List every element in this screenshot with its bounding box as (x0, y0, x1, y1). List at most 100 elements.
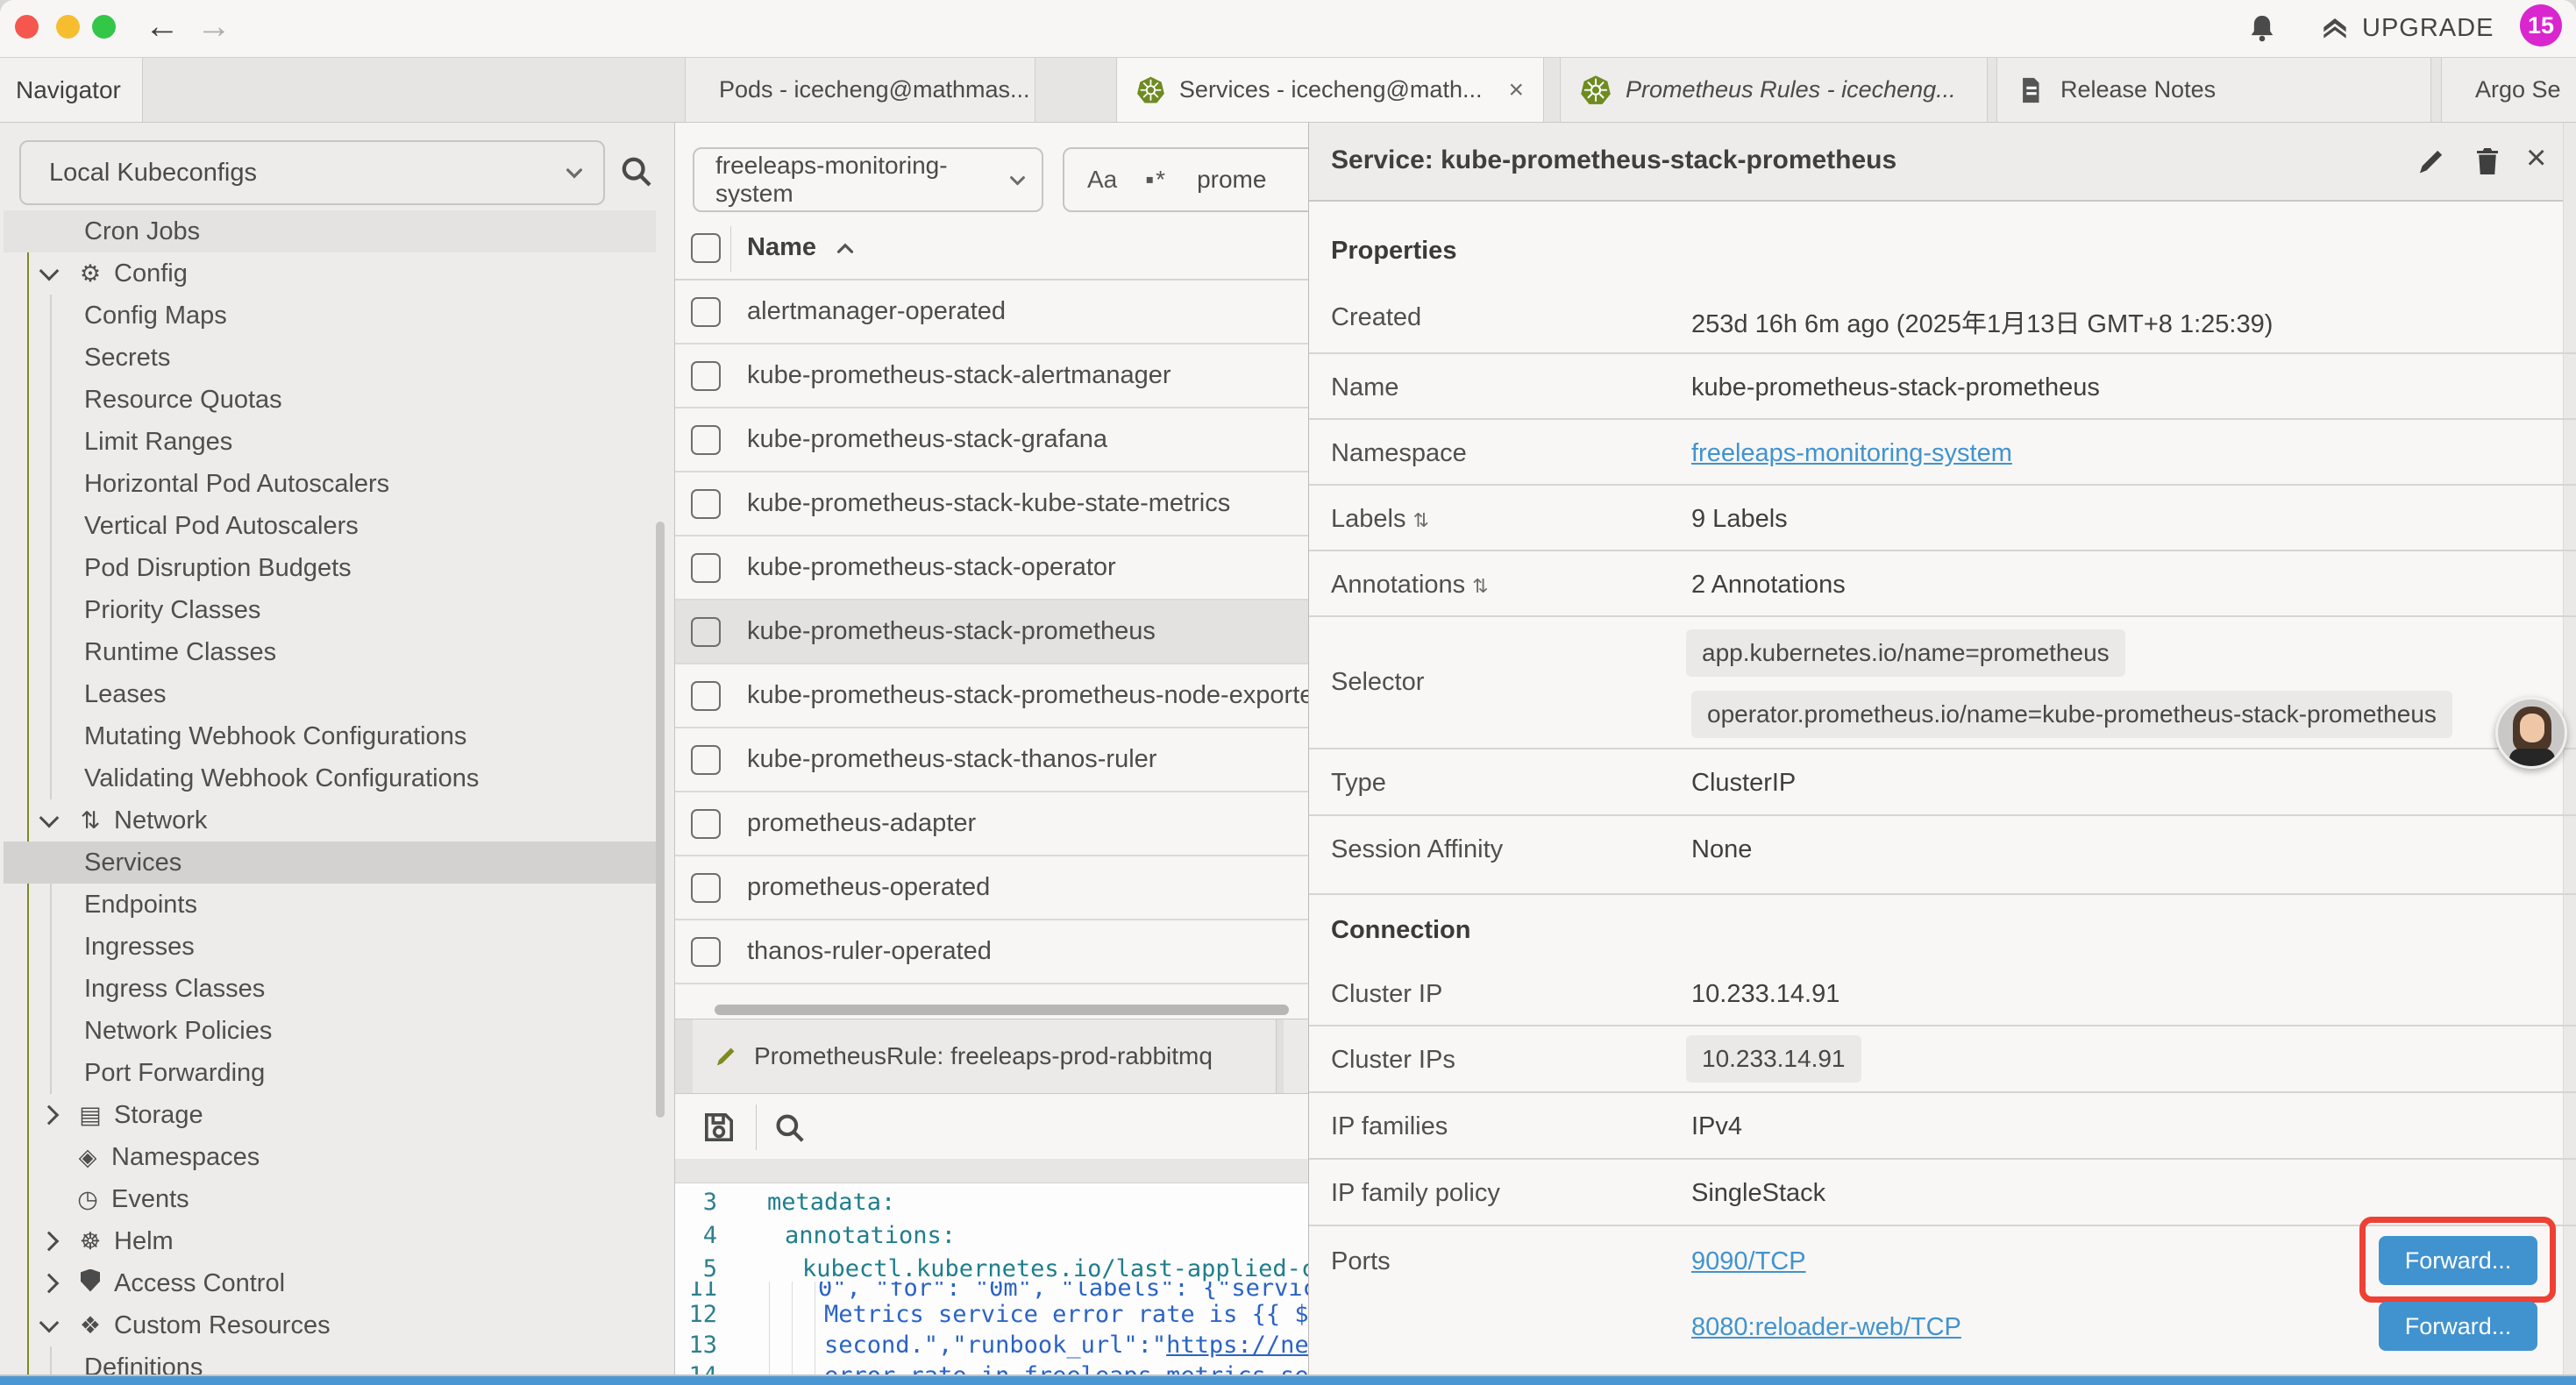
row-checkbox[interactable] (691, 489, 721, 519)
window-titlebar: ← → UPGRADE 15 (0, 0, 2576, 57)
tab-argo[interactable]: Argo Se (2441, 58, 2576, 122)
edit-pencil-icon (714, 1044, 738, 1069)
sidebar-item-network-policies[interactable]: Network Policies (4, 1010, 656, 1052)
sidebar-item-limit-ranges[interactable]: Limit Ranges (4, 421, 656, 463)
chevron-down-icon (39, 808, 60, 828)
detail-row-name: Name kube-prometheus-stack-prometheus (1309, 354, 2576, 420)
regex-toggle[interactable]: ▪* (1145, 166, 1167, 194)
tab-pods[interactable]: Pods - icecheng@mathmas... (685, 58, 1035, 122)
row-checkbox[interactable] (691, 873, 721, 903)
sidebar-group-helm[interactable]: ☸ Helm (4, 1220, 656, 1262)
sidebar-group-storage[interactable]: ▤ Storage (4, 1094, 656, 1136)
sidebar-item-services[interactable]: Services (4, 842, 656, 884)
sidebar-item-ingress-classes[interactable]: Ingress Classes (4, 968, 656, 1010)
chevron-down-icon (1009, 174, 1026, 187)
horizontal-scrollbar[interactable] (715, 1005, 1289, 1015)
editor-search-icon[interactable] (773, 1112, 807, 1145)
sidebar-item-validating-webhook-configurations[interactable]: Validating Webhook Configurations (4, 757, 656, 799)
services-list-pane: freeleaps-monitoring-system Aa ▪* prome … (675, 123, 1343, 1385)
namespace-link[interactable]: freeleaps-monitoring-system (1691, 439, 2012, 468)
sidebar-item-pod-disruption-budgets[interactable]: Pod Disruption Budgets (4, 547, 656, 589)
forward-button-8080[interactable]: Forward... (2379, 1302, 2537, 1351)
user-avatar[interactable] (2495, 697, 2567, 769)
namespace-filter-dropdown[interactable]: freeleaps-monitoring-system (693, 147, 1043, 212)
tab-close-icon[interactable]: × (1508, 75, 1524, 105)
sidebar-item-runtime-classes[interactable]: Runtime Classes (4, 631, 656, 673)
row-checkbox[interactable] (691, 937, 721, 967)
line-number: 12 (675, 1297, 717, 1331)
sidebar-item-leases[interactable]: Leases (4, 673, 656, 715)
row-checkbox[interactable] (691, 361, 721, 391)
tab-services[interactable]: Services - icecheng@math... × (1116, 58, 1544, 122)
sidebar-item-horizontal-pod-autoscalers[interactable]: Horizontal Pod Autoscalers (4, 463, 656, 505)
kubernetes-icon (1136, 75, 1165, 106)
forward-arrow-icon[interactable]: → (196, 7, 231, 46)
sidebar-group-access-control[interactable]: Access Control (4, 1262, 656, 1304)
tab-navigator[interactable]: Navigator (0, 58, 143, 122)
window-minimize-light[interactable] (56, 15, 80, 39)
selector-chip: operator.prometheus.io/name=kube-prometh… (1691, 691, 2452, 738)
detail-panel-title: Service: kube-prometheus-stack-prometheu… (1331, 146, 1896, 175)
notifications-bell-icon[interactable] (2246, 12, 2278, 44)
editor-tab-strip: PrometheusRule: freeleaps-prod-rabbitmq (675, 1019, 1343, 1094)
kubeconfig-search-icon[interactable] (619, 154, 654, 189)
kubeconfig-selector[interactable]: Local Kubeconfigs (19, 140, 605, 205)
close-panel-icon[interactable]: × (2526, 138, 2546, 178)
window-close-light[interactable] (15, 15, 39, 39)
tab-release-notes[interactable]: Release Notes (1996, 58, 2431, 122)
sidebar-item-mutating-webhook-configurations[interactable]: Mutating Webhook Configurations (4, 715, 656, 757)
sidebar-item-port-forwarding[interactable]: Port Forwarding (4, 1052, 656, 1094)
events-clock-icon: ◷ (73, 1186, 103, 1213)
editor-tab-prometheusrule[interactable]: PrometheusRule: freeleaps-prod-rabbitmq (693, 1019, 1277, 1093)
code-line: metadata: (767, 1185, 895, 1218)
sidebar-group-namespaces[interactable]: ◈ Namespaces (4, 1136, 656, 1178)
window-zoom-light[interactable] (92, 15, 116, 39)
sidebar-item-ingresses[interactable]: Ingresses (4, 926, 656, 968)
row-checkbox[interactable] (691, 745, 721, 775)
service-detail-panel: Service: kube-prometheus-stack-prometheu… (1308, 123, 2576, 1385)
sidebar-item-secrets[interactable]: Secrets (4, 337, 656, 379)
navigator-tab-label: Navigator (16, 76, 121, 104)
sidebar-item-endpoints[interactable]: Endpoints (4, 884, 656, 926)
line-number: 3 (675, 1185, 717, 1218)
helm-wheel-icon: ☸ (75, 1228, 105, 1255)
sidebar-item-config-maps[interactable]: Config Maps (4, 295, 656, 337)
row-checkbox[interactable] (691, 617, 721, 647)
select-all-checkbox[interactable] (691, 233, 721, 263)
tab-strip: Navigator Pods - icecheng@mathmas... Ser… (0, 57, 2576, 123)
notification-count-badge[interactable]: 15 (2520, 4, 2562, 46)
sidebar-item-cron-jobs[interactable]: Cron Jobs (4, 210, 656, 252)
tab-prometheus-rules[interactable]: Prometheus Rules - icecheng... (1560, 58, 1988, 122)
match-case-toggle[interactable]: Aa (1087, 166, 1117, 194)
kubeconfig-selector-value: Local Kubeconfigs (49, 159, 257, 188)
forward-button-9090[interactable]: Forward... (2379, 1236, 2537, 1285)
edit-pencil-icon[interactable] (2416, 146, 2447, 177)
upgrade-button[interactable]: UPGRADE (2362, 14, 2494, 43)
sidebar-group-config[interactable]: ⚙ Config (4, 252, 656, 295)
sidebar-item-vertical-pod-autoscalers[interactable]: Vertical Pod Autoscalers (4, 505, 656, 547)
port-link-8080[interactable]: 8080:reloader-web/TCP (1691, 1313, 1961, 1342)
app-window: ← → UPGRADE 15 Navigator Pods - icecheng… (0, 0, 2576, 1385)
delete-trash-icon[interactable] (2472, 146, 2503, 177)
upgrade-chevrons-icon (2320, 15, 2350, 43)
port-link-9090[interactable]: 9090/TCP (1691, 1247, 1806, 1276)
save-icon[interactable] (701, 1110, 737, 1145)
row-checkbox[interactable] (691, 809, 721, 839)
editor-divider-band (675, 1159, 1343, 1183)
config-gear-icon: ⚙ (75, 260, 105, 288)
row-checkbox[interactable] (691, 297, 721, 327)
sidebar-group-network[interactable]: ⇅ Network (4, 799, 656, 842)
column-header-name[interactable]: Name (747, 233, 816, 262)
sort-toggle-icon[interactable]: ⇅ (1472, 575, 1488, 597)
sidebar-scrollbar[interactable] (656, 522, 665, 1118)
sidebar-group-events[interactable]: ◷ Events (4, 1178, 656, 1220)
sidebar-item-priority-classes[interactable]: Priority Classes (4, 589, 656, 631)
sidebar-group-custom-resources[interactable]: ❖ Custom Resources (4, 1304, 656, 1346)
sort-toggle-icon[interactable]: ⇅ (1413, 509, 1428, 531)
chevron-right-icon (39, 1274, 60, 1294)
back-arrow-icon[interactable]: ← (145, 7, 180, 46)
row-checkbox[interactable] (691, 681, 721, 711)
sidebar-item-resource-quotas[interactable]: Resource Quotas (4, 379, 656, 421)
row-checkbox[interactable] (691, 425, 721, 455)
row-checkbox[interactable] (691, 553, 721, 583)
